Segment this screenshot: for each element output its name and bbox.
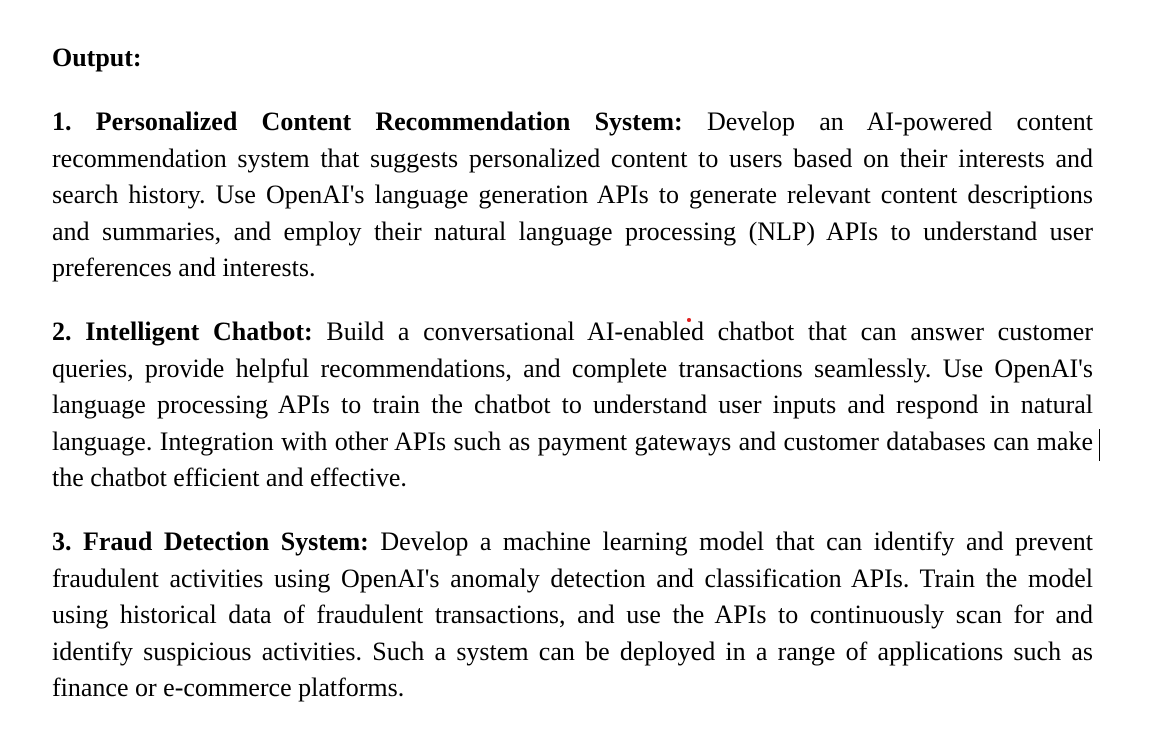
red-marker-dot xyxy=(687,318,691,322)
item-title: Fraud Detection System: xyxy=(83,526,369,556)
list-item: 2. Intelligent Chatbot: Build a conversa… xyxy=(52,314,1093,497)
item-title: Personalized Content Recommendation Syst… xyxy=(95,107,683,136)
item-number: 2. xyxy=(52,316,72,346)
item-number: 3. xyxy=(52,526,72,556)
list-item: 3. Fraud Detection System: Develop a mac… xyxy=(52,524,1093,707)
item-title: Intelligent Chatbot: xyxy=(85,316,313,346)
item-number: 1. xyxy=(52,107,72,136)
document-body[interactable]: Output: 1. Personalized Content Recommen… xyxy=(52,40,1093,734)
text-cursor xyxy=(1099,429,1100,461)
list-item: 1. Personalized Content Recommendation S… xyxy=(52,104,1093,287)
output-heading: Output: xyxy=(52,43,142,72)
